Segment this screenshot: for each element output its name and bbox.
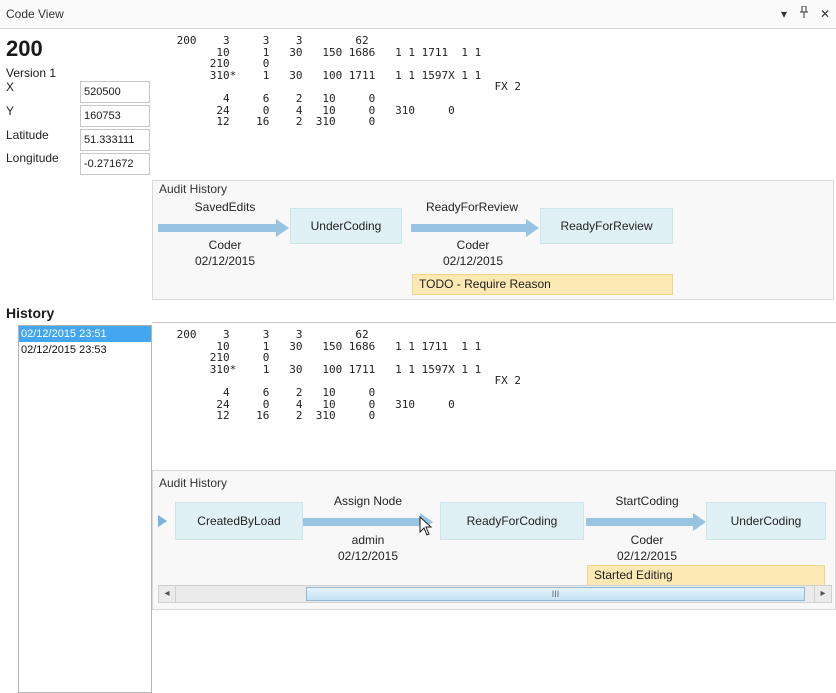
transition-user: admin bbox=[351, 533, 385, 547]
code-line: 200 3 3 3 62 bbox=[170, 328, 369, 341]
transition-note: Started Editing bbox=[587, 565, 825, 586]
transition-arrow bbox=[158, 219, 289, 237]
state-box[interactable]: UnderCoding bbox=[290, 208, 402, 244]
code-line: 4 6 2 10 0 bbox=[170, 91, 376, 105]
transition-action: StartCoding bbox=[615, 494, 679, 508]
code-line: 4 6 2 10 0 bbox=[170, 385, 376, 399]
transition-arrow bbox=[586, 513, 706, 531]
transition-user: Coder bbox=[208, 238, 242, 252]
y-field[interactable]: 160753 bbox=[80, 105, 150, 127]
expand-arrow-icon[interactable] bbox=[158, 515, 167, 527]
state-box[interactable]: ReadyForCoding bbox=[440, 502, 584, 540]
history-item[interactable]: 02/12/2015 23:51 bbox=[19, 326, 151, 342]
history-divider bbox=[152, 322, 836, 323]
x-label: X bbox=[6, 80, 15, 94]
y-label: Y bbox=[6, 104, 15, 118]
code-line: 12 16 2 310 0 bbox=[170, 115, 376, 129]
top-audit-panel: Audit History SavedEdits Coder 02/12/201… bbox=[152, 180, 834, 300]
bottom-code-view: 200 3 3 3 62 10 1 30 150 1686 1 1 1711 1… bbox=[170, 329, 830, 422]
transition-note: TODO - Require Reason bbox=[412, 274, 673, 295]
scroll-left-icon[interactable]: ◂ bbox=[159, 586, 176, 602]
transition-date: 02/12/2015 bbox=[194, 254, 256, 268]
state-box[interactable]: ReadyForReview bbox=[540, 208, 673, 244]
transition-action: SavedEdits bbox=[194, 200, 256, 214]
transition-action: ReadyForReview bbox=[425, 200, 519, 214]
dropdown-icon[interactable]: ▾ bbox=[777, 6, 791, 22]
scroll-thumb[interactable]: III bbox=[306, 587, 805, 601]
longitude-field[interactable]: -0.271672 bbox=[80, 153, 150, 175]
transition-date: 02/12/2015 bbox=[442, 254, 504, 268]
close-icon[interactable]: ✕ bbox=[818, 6, 832, 22]
latitude-field[interactable]: 51.333111 bbox=[80, 129, 150, 151]
history-heading: History bbox=[6, 305, 55, 321]
transition-arrow bbox=[303, 513, 433, 531]
code-line: 10 1 30 150 1686 1 1 1711 1 1 bbox=[170, 339, 482, 353]
transition-user: Coder bbox=[630, 533, 664, 547]
window-title: Code View bbox=[6, 7, 64, 21]
top-code-view: 200 3 3 3 62 10 1 30 150 1686 1 1 1711 1… bbox=[170, 35, 830, 128]
record-version: Version 1 bbox=[6, 66, 57, 80]
transition-date: 02/12/2015 bbox=[616, 549, 678, 563]
mouse-cursor-icon bbox=[419, 515, 433, 539]
longitude-label: Longitude bbox=[6, 151, 59, 165]
code-line: 12 16 2 310 0 bbox=[170, 409, 376, 423]
transition-user: Coder bbox=[456, 238, 490, 252]
scroll-right-icon[interactable]: ▸ bbox=[814, 586, 831, 602]
audit-history-title: Audit History bbox=[159, 182, 228, 196]
state-box[interactable]: UnderCoding bbox=[706, 502, 826, 540]
x-field[interactable]: 520500 bbox=[80, 81, 150, 103]
transition-date: 02/12/2015 bbox=[337, 549, 399, 563]
latitude-label: Latitude bbox=[6, 128, 49, 142]
horizontal-scrollbar[interactable]: ◂ III ▸ bbox=[158, 585, 832, 603]
audit-history-title: Audit History bbox=[159, 476, 228, 490]
history-item[interactable]: 02/12/2015 23:53 bbox=[19, 342, 151, 358]
transition-arrow bbox=[411, 219, 539, 237]
pin-icon[interactable] bbox=[797, 5, 811, 22]
window-titlebar: Code View ▾ ✕ bbox=[0, 0, 836, 29]
state-box[interactable]: CreatedByLoad bbox=[175, 502, 303, 540]
record-code: 200 bbox=[6, 36, 43, 61]
transition-action: Assign Node bbox=[333, 494, 403, 508]
history-list[interactable]: 02/12/2015 23:51 02/12/2015 23:53 bbox=[18, 325, 152, 693]
code-line: 200 3 3 3 62 bbox=[170, 34, 369, 47]
code-line: 10 1 30 150 1686 1 1 1711 1 1 bbox=[170, 45, 482, 59]
